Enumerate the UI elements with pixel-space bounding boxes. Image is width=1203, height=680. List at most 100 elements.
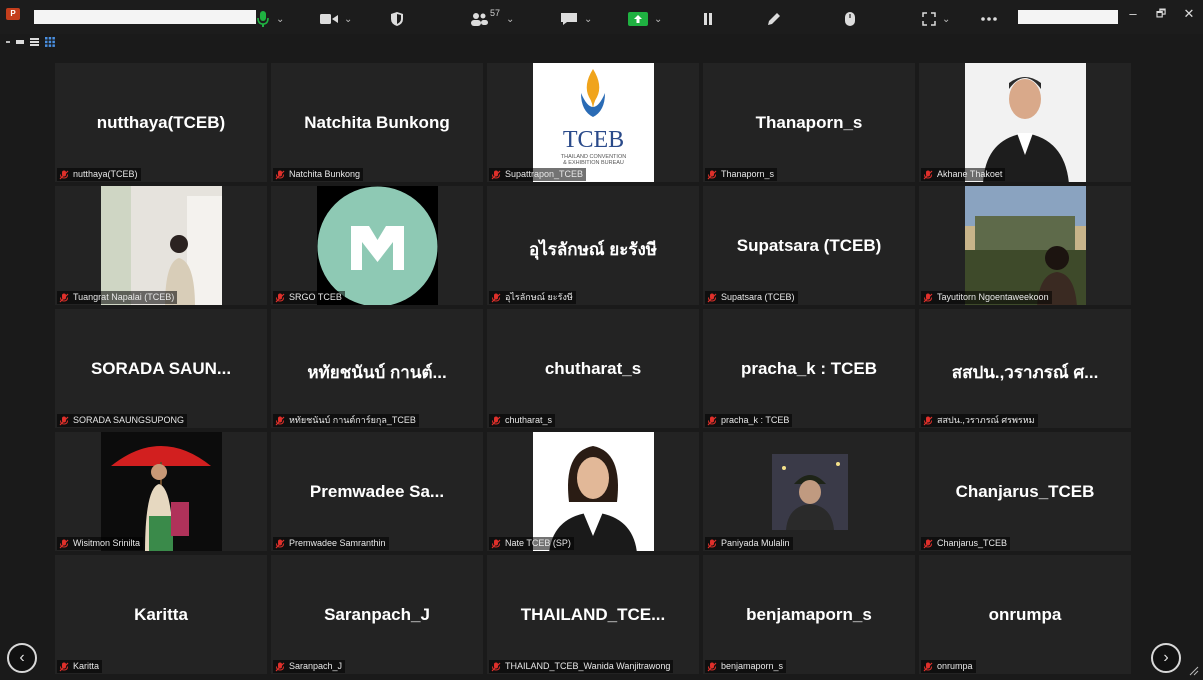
participant-label: Premwadee Samranthin: [273, 537, 389, 550]
participant-tile[interactable]: Wisitmon Srinilta: [54, 431, 268, 552]
minimize-view-icon[interactable]: [16, 40, 24, 44]
participant-label: Natchita Bunkong: [273, 168, 364, 181]
participant-label: Tayutitorn Ngoentaweekoon: [921, 291, 1052, 304]
view-mode-switcher: [6, 36, 55, 48]
participant-name: Natchita Bunkong: [304, 113, 450, 132]
video-button[interactable]: ⌄: [320, 6, 352, 32]
participant-tile[interactable]: สสปน.,วราภรณ์ ศ... สสปน.,วราภรณ์ ศรพรหม: [918, 308, 1132, 429]
security-button[interactable]: [390, 6, 404, 32]
participant-name: อุไรลักษณ์ ยะรังษี: [528, 240, 658, 259]
participant-label: Chanjarus_TCEB: [921, 537, 1011, 550]
participant-tile[interactable]: TCEB THAILAND CONVENTION & EXHIBITION BU…: [486, 62, 700, 183]
pause-share-button[interactable]: [702, 6, 714, 32]
participant-label: SRGO TCEB: [273, 291, 345, 304]
participant-name: Premwadee Sa...: [309, 482, 445, 501]
participant-name: chutharat_s: [544, 359, 642, 378]
participant-tile[interactable]: Paniyada Mulalin: [702, 431, 916, 552]
muted-mic-icon: [923, 662, 933, 672]
chevron-down-icon[interactable]: ⌄: [276, 14, 284, 25]
participant-label: Supattrapon_TCEB: [489, 168, 587, 181]
participant-label: SORADA SAUNGSUPONG: [57, 414, 188, 427]
participant-tile[interactable]: Supatsara (TCEB) Supatsara (TCEB): [702, 185, 916, 306]
resize-grip-icon[interactable]: [1187, 664, 1199, 676]
participant-tile[interactable]: Tuangrat Napalai (TCEB): [54, 185, 268, 306]
participant-tile[interactable]: หทัยชนันบ์ กานต์... หทัยชนันบ์ กานต์การ์…: [270, 308, 484, 429]
chevron-down-icon[interactable]: ⌄: [654, 14, 662, 25]
share-screen-button[interactable]: ⌄: [628, 6, 662, 32]
participant-tile[interactable]: Thanaporn_s Thanaporn_s: [702, 62, 916, 183]
chevron-down-icon[interactable]: ⌄: [942, 14, 950, 25]
share-options-button[interactable]: ⌄: [922, 6, 950, 32]
muted-mic-icon: [59, 293, 69, 303]
chevron-down-icon[interactable]: ⌄: [344, 14, 352, 25]
previous-page-button[interactable]: ‹: [7, 643, 37, 673]
participant-tile[interactable]: SORADA SAUN... SORADA SAUNGSUPONG: [54, 308, 268, 429]
participant-gallery: nutthaya(TCEB) nutthaya(TCEB) Natchita B…: [54, 62, 1134, 677]
chevron-down-icon[interactable]: ⌄: [584, 14, 592, 25]
participant-tile[interactable]: onrumpa onrumpa: [918, 554, 1132, 675]
more-button[interactable]: [980, 6, 998, 32]
participant-tile[interactable]: Premwadee Sa... Premwadee Samranthin: [270, 431, 484, 552]
participant-tile[interactable]: Tayutitorn Ngoentaweekoon: [918, 185, 1132, 306]
participant-tile[interactable]: chutharat_s chutharat_s: [486, 308, 700, 429]
next-page-button[interactable]: ›: [1151, 643, 1181, 673]
participant-tile[interactable]: THAILAND_TCE... THAILAND_TCEB_Wanida Wan…: [486, 554, 700, 675]
participant-tile[interactable]: nutthaya(TCEB) nutthaya(TCEB): [54, 62, 268, 183]
participants-icon: [471, 13, 488, 26]
close-button[interactable]: ✕: [1178, 6, 1200, 22]
participant-label: Nate TCEB (SP): [489, 537, 574, 550]
remote-control-button[interactable]: [844, 6, 856, 32]
chevron-down-icon[interactable]: ⌄: [506, 14, 514, 25]
participant-label: benjamaporn_s: [705, 660, 787, 673]
muted-mic-icon: [275, 416, 285, 426]
participant-name: onrumpa: [988, 605, 1062, 624]
participant-tile[interactable]: benjamaporn_s benjamaporn_s: [702, 554, 916, 675]
participant-label: onrumpa: [921, 660, 976, 673]
top-toolbar: P ⌄ ⌄ 57 ⌄ ⌄ ⌄ ⌄ – 🗗 ✕: [0, 0, 1203, 34]
muted-mic-icon: [491, 416, 501, 426]
participant-name: benjamaporn_s: [746, 605, 872, 624]
participant-tile[interactable]: Akhane Thakoet: [918, 62, 1132, 183]
participant-tile[interactable]: Natchita Bunkong Natchita Bunkong: [270, 62, 484, 183]
muted-mic-icon: [707, 416, 717, 426]
speaker-view-icon[interactable]: [30, 38, 39, 46]
participant-label: nutthaya(TCEB): [57, 168, 141, 181]
participant-photo: [533, 432, 654, 551]
muted-mic-icon: [275, 293, 285, 303]
microphone-button[interactable]: ⌄: [256, 6, 284, 32]
mouse-icon: [845, 12, 855, 26]
participant-name: THAILAND_TCE...: [520, 605, 666, 624]
participant-tile[interactable]: Karitta Karitta: [54, 554, 268, 675]
muted-mic-icon: [59, 539, 69, 549]
participant-name: Chanjarus_TCEB: [955, 482, 1095, 501]
chat-button[interactable]: ⌄: [560, 6, 592, 32]
muted-mic-icon: [923, 293, 933, 303]
participant-tile[interactable]: อุไรลักษณ์ ยะรังษี อุไรลักษณ์ ยะรังษี: [486, 185, 700, 306]
participant-name: SORADA SAUN...: [90, 359, 232, 378]
gallery-view-icon[interactable]: [45, 37, 55, 47]
participant-name: Saranpach_J: [324, 605, 430, 624]
participant-tile[interactable]: Chanjarus_TCEB Chanjarus_TCEB: [918, 431, 1132, 552]
participant-label: Saranpach_J: [273, 660, 346, 673]
participant-label: Wisitmon Srinilta: [57, 537, 144, 550]
powerpoint-app-icon: P: [6, 8, 20, 20]
restore-button[interactable]: 🗗: [1150, 6, 1172, 22]
participant-name: pracha_k : TCEB: [740, 359, 878, 378]
muted-mic-icon: [59, 170, 69, 180]
participant-label: Karitta: [57, 660, 103, 673]
muted-mic-icon: [707, 539, 717, 549]
participant-tile[interactable]: Saranpach_J Saranpach_J: [270, 554, 484, 675]
drag-handle[interactable]: [6, 41, 10, 43]
participant-tile[interactable]: pracha_k : TCEB pracha_k : TCEB: [702, 308, 916, 429]
participant-photo: [101, 432, 222, 551]
participant-label: Tuangrat Napalai (TCEB): [57, 291, 178, 304]
participant-tile[interactable]: Nate TCEB (SP): [486, 431, 700, 552]
participant-name: Supatsara (TCEB): [736, 236, 882, 255]
participants-button[interactable]: 57 ⌄: [470, 6, 514, 32]
participant-tile[interactable]: SRGO TCEB: [270, 185, 484, 306]
participant-photo: [772, 454, 848, 530]
participant-photo: [965, 63, 1086, 182]
annotate-button[interactable]: [766, 6, 782, 32]
minimize-button[interactable]: –: [1122, 6, 1144, 22]
participant-name: หทัยชนันบ์ กานต์...: [307, 363, 447, 382]
